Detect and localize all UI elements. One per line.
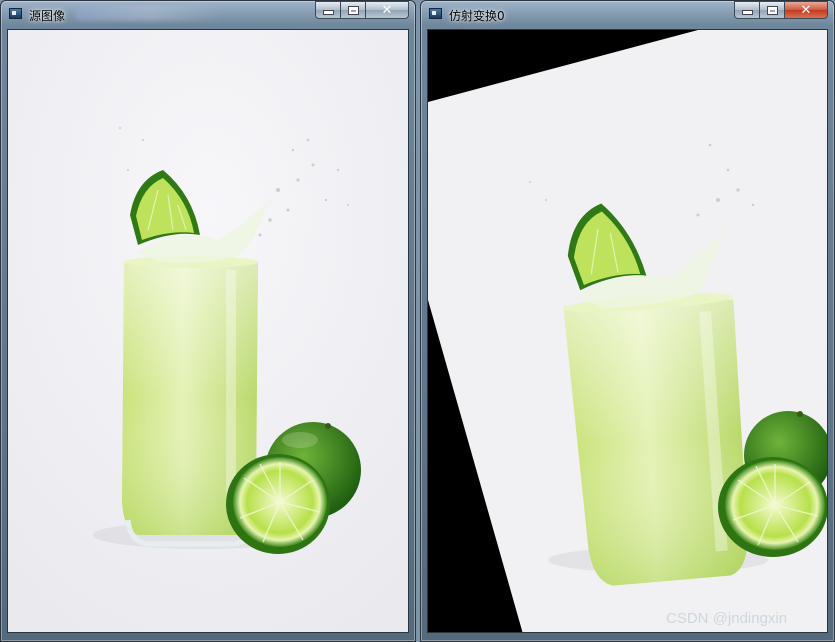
watermark-text: CSDN @jndingxin	[666, 610, 788, 627]
close-icon: ✕	[800, 2, 812, 18]
title-bar[interactable]: 仿射变换0 ✕	[421, 1, 834, 27]
blurred-title-area	[75, 5, 225, 21]
juice-photo	[8, 30, 408, 632]
app-icon[interactable]	[9, 8, 22, 19]
maximize-icon	[348, 6, 358, 14]
caption-buttons: ✕	[734, 1, 828, 20]
window-title: 源图像	[29, 9, 66, 23]
app-icon[interactable]	[429, 8, 442, 19]
caption-buttons: ✕	[315, 1, 409, 20]
close-button[interactable]: ✕	[365, 1, 409, 19]
affine-transform-window: 仿射变换0 ✕	[420, 0, 835, 642]
minimize-icon	[742, 11, 752, 14]
minimize-button[interactable]	[315, 1, 341, 19]
transformed-juice-photo	[428, 30, 827, 632]
title-bar[interactable]: 源图像 ✕	[1, 1, 415, 27]
minimize-button[interactable]	[734, 1, 760, 19]
image-canvas	[7, 29, 409, 633]
minimize-icon	[323, 11, 333, 14]
window-title: 仿射变换0	[449, 9, 505, 23]
close-button[interactable]: ✕	[784, 1, 828, 19]
close-icon: ✕	[381, 2, 393, 18]
maximize-icon	[767, 6, 777, 14]
source-image-window: 源图像 ✕	[0, 0, 416, 642]
image-canvas	[427, 29, 828, 633]
maximize-button[interactable]	[759, 1, 785, 19]
maximize-button[interactable]	[340, 1, 366, 19]
